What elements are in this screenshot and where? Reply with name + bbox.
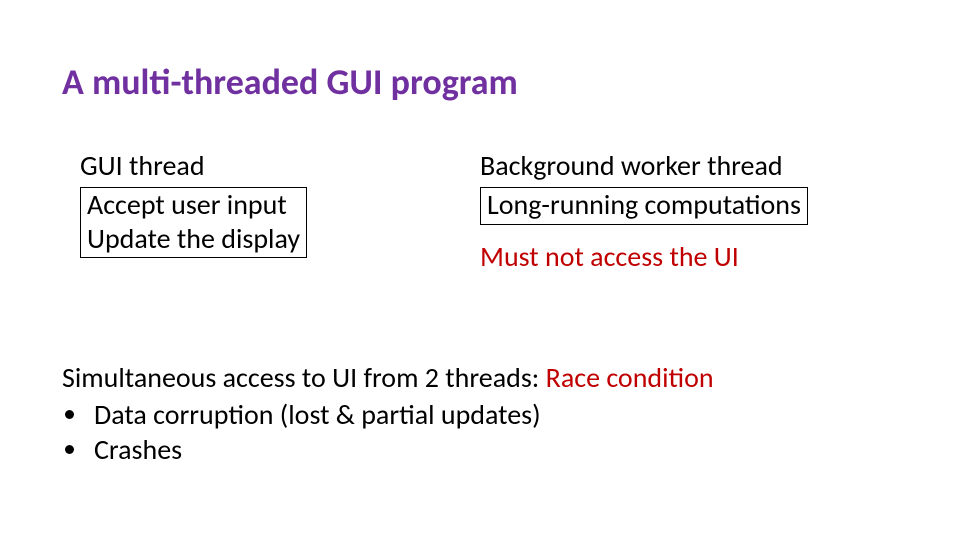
- consequence-list: Data corruption (lost & partial updates)…: [62, 397, 714, 467]
- race-term: Race condition: [546, 360, 714, 395]
- bullet-crashes: Crashes: [90, 432, 714, 467]
- race-intro: Simultaneous access to UI from 2 threads…: [62, 360, 546, 395]
- worker-box-line-1: Long-running computations: [487, 188, 801, 222]
- ui-access-warning: Must not access the UI: [480, 239, 808, 274]
- bullet-data-corruption: Data corruption (lost & partial updates): [90, 397, 714, 432]
- left-column: GUI thread Accept user input Update the …: [80, 148, 307, 258]
- bottom-text: Simultaneous access to UI from 2 threads…: [62, 360, 714, 467]
- gui-box-line-2: Update the display: [87, 222, 300, 256]
- gui-thread-box: Accept user input Update the display: [80, 187, 307, 258]
- gui-thread-heading: GUI thread: [80, 148, 307, 183]
- race-condition-line: Simultaneous access to UI from 2 threads…: [62, 360, 714, 395]
- slide-title: A multi-threaded GUI program: [62, 60, 518, 104]
- worker-thread-box: Long-running computations: [480, 187, 808, 225]
- gui-box-line-1: Accept user input: [87, 188, 300, 222]
- worker-thread-heading: Background worker thread: [480, 148, 808, 183]
- right-column: Background worker thread Long-running co…: [480, 148, 808, 274]
